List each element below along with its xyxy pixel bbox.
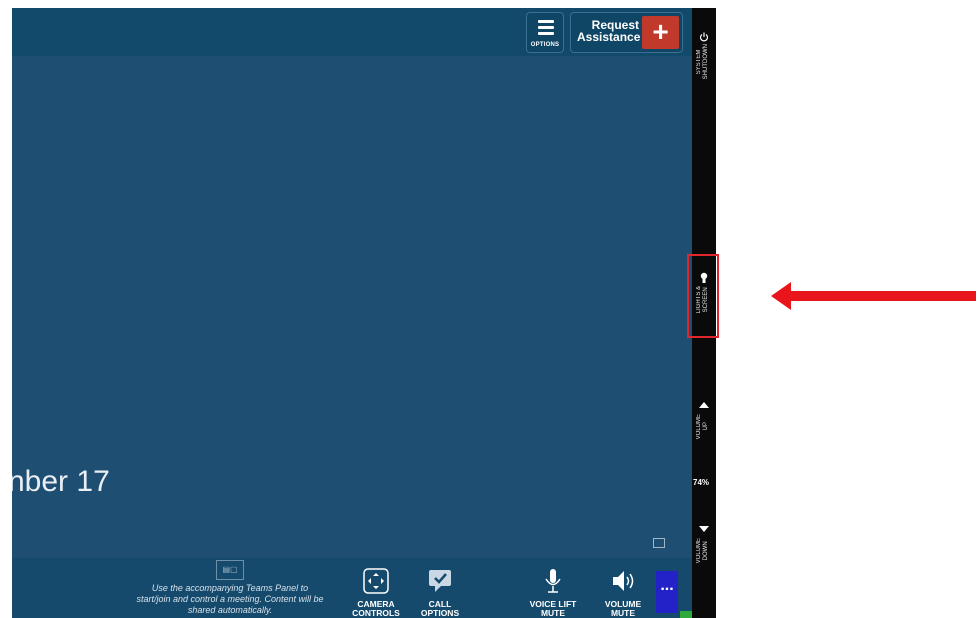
volume-down-button[interactable]: VOLUME DOWN xyxy=(692,522,716,592)
request-assistance-label: Request Assistance xyxy=(577,18,641,44)
display-icon[interactable] xyxy=(653,538,665,548)
highlight-box xyxy=(687,254,719,338)
main-area xyxy=(12,56,692,558)
microphone-icon xyxy=(545,569,561,593)
call-options-button[interactable]: CALL OPTIONS xyxy=(411,568,469,618)
volume-mute-button[interactable]: VOLUME MUTE xyxy=(594,568,652,618)
camera-controls-icon xyxy=(363,568,389,594)
volume-up-label: VOLUME UP xyxy=(696,414,709,440)
options-label: OPTIONS xyxy=(530,42,560,48)
teams-panel-icon: ▤▢ xyxy=(216,560,244,580)
top-bar: OPTIONS Request Assistance + xyxy=(12,8,692,56)
voice-lift-mute-button[interactable]: VOICE LIFT MUTE xyxy=(524,568,582,618)
teams-instructions: Use the accompanying Teams Panel to star… xyxy=(136,583,324,615)
red-arrow xyxy=(771,282,976,310)
plus-icon: + xyxy=(642,16,679,49)
system-shutdown-button[interactable]: SYSTEM SHUTDOWN xyxy=(692,28,716,98)
triangle-down-icon xyxy=(699,526,709,532)
date-text: nber 17 xyxy=(12,465,110,498)
call-options-icon xyxy=(429,570,451,592)
more-button[interactable]: ... xyxy=(656,571,678,613)
volume-up-button[interactable]: VOLUME UP xyxy=(692,398,716,468)
menu-icon xyxy=(538,20,554,38)
request-assistance-button[interactable]: Request Assistance + xyxy=(570,12,683,53)
system-shutdown-label: SYSTEM SHUTDOWN xyxy=(696,44,709,80)
volume-level: 74% xyxy=(693,478,710,487)
status-indicator xyxy=(680,611,692,618)
camera-controls-button[interactable]: CAMERA CONTROLS xyxy=(347,568,405,618)
speaker-icon xyxy=(613,571,634,591)
triangle-up-icon xyxy=(699,402,709,408)
bottom-bar: ▤▢ Use the accompanying Teams Panel to s… xyxy=(12,558,692,618)
control-panel: OPTIONS Request Assistance + nber 17 ▤▢ … xyxy=(12,8,692,618)
power-icon xyxy=(699,32,709,42)
options-button[interactable]: OPTIONS xyxy=(526,12,564,53)
volume-down-label: VOLUME DOWN xyxy=(696,538,709,564)
